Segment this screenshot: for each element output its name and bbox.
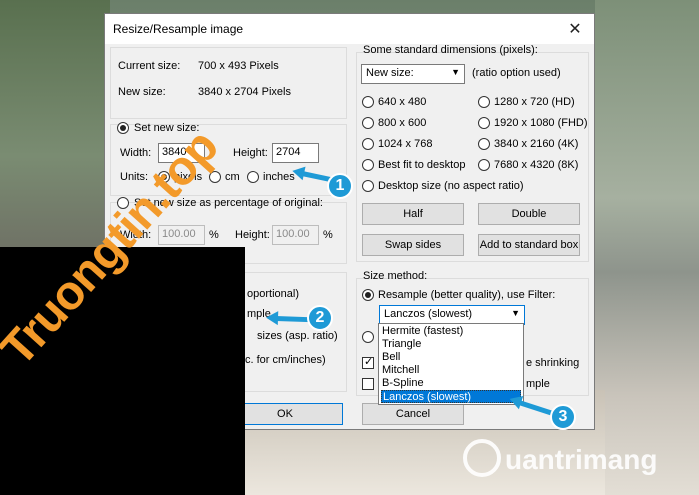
- height-label: Height:: [233, 147, 268, 159]
- units-cm-label: cm: [225, 171, 240, 183]
- std-best-fit-label: Best fit to desktop: [378, 159, 466, 171]
- height-input[interactable]: 2704: [272, 143, 319, 163]
- width-label: Width:: [120, 147, 152, 159]
- std-3840x2160-label: 3840 x 2160 (4K): [494, 138, 579, 150]
- chevron-down-icon: ▼: [511, 308, 520, 318]
- resize-radio[interactable]: [362, 331, 374, 343]
- chevron-down-icon: ▼: [451, 67, 460, 77]
- std-1280x720-label: 1280 x 720 (HD): [494, 96, 575, 108]
- std-1024x768-label: 1024 x 768: [378, 138, 433, 150]
- new-size-label: New size:: [118, 86, 166, 98]
- annotation-badge-1: 1: [327, 173, 353, 199]
- std-640x480-label: 640 x 480: [378, 96, 427, 108]
- desktop-size-radio[interactable]: [362, 180, 374, 192]
- logo-circle-icon: [463, 439, 501, 477]
- annotation-badge-2: 2: [307, 305, 333, 331]
- std-1920x1080-label: 1920 x 1080 (FHD): [494, 117, 588, 129]
- new-size-select-text: New size:: [366, 67, 414, 79]
- close-icon[interactable]: ✕: [562, 16, 588, 42]
- shrinking-option-text: e shrinking: [526, 357, 580, 369]
- proportional-option-text: oportional): [247, 288, 299, 300]
- pct-width-sign: %: [209, 229, 219, 241]
- size-info-pane: [110, 47, 347, 119]
- resample-radio[interactable]: [362, 289, 374, 301]
- filter-option-bell[interactable]: Bell: [381, 351, 521, 364]
- filter-option-hermite[interactable]: Hermite (fastest): [381, 325, 521, 338]
- sample-option-text-2: mple: [526, 378, 550, 390]
- add-to-standard-button[interactable]: Add to standard box: [478, 234, 580, 256]
- std-3840x2160-radio[interactable]: [478, 138, 490, 150]
- filter-option-mitchell[interactable]: Mitchell: [381, 364, 521, 377]
- set-new-size-radio[interactable]: [117, 122, 129, 134]
- current-size-label: Current size:: [118, 60, 181, 72]
- std-7680x4320-radio[interactable]: [478, 159, 490, 171]
- filter-option-lanczos[interactable]: Lanczos (slowest): [381, 390, 521, 403]
- pct-height-sign: %: [323, 229, 333, 241]
- standard-dims-label: Some standard dimensions (pixels):: [363, 44, 538, 56]
- background-foliage: [0, 0, 110, 260]
- pct-height-label: Height:: [235, 229, 270, 241]
- background-right: [595, 0, 699, 495]
- logo-word: uantrimang: [505, 444, 658, 475]
- sizes-option-text: sizes (asp. ratio): [257, 330, 338, 342]
- logo-text: uantrimang: [505, 444, 657, 476]
- cancel-button[interactable]: Cancel: [362, 403, 464, 425]
- ratio-note: (ratio option used): [472, 67, 561, 79]
- annotation-badge-3: 3: [550, 404, 576, 430]
- new-size-value: 3840 x 2704 Pixels: [198, 86, 291, 98]
- size-method-label: Size method:: [363, 270, 428, 282]
- swap-sides-button[interactable]: Swap sides: [362, 234, 464, 256]
- filter-select-text: Lanczos (slowest): [384, 308, 473, 320]
- filter-dropdown-list: Hermite (fastest) Triangle Bell Mitchell…: [378, 323, 524, 405]
- std-1024x768-radio[interactable]: [362, 138, 374, 150]
- pct-height-input[interactable]: 100.00: [272, 225, 319, 245]
- title-bar: Resize/Resample image ✕: [105, 14, 594, 44]
- double-button[interactable]: Double: [478, 203, 580, 225]
- current-size-value: 700 x 493 Pixels: [198, 60, 279, 72]
- filter-select[interactable]: Lanczos (slowest) ▼: [379, 305, 525, 325]
- units-inches-radio[interactable]: [247, 171, 259, 183]
- desktop-size-label: Desktop size (no aspect ratio): [378, 180, 524, 192]
- std-best-fit-radio[interactable]: [362, 159, 374, 171]
- std-800x600-label: 800 x 600: [378, 117, 427, 129]
- sample-checkbox[interactable]: [362, 378, 374, 390]
- cm-option-text: c. for cm/inches): [245, 354, 326, 366]
- watermark-block: [0, 247, 245, 495]
- shrink-checkbox[interactable]: [362, 355, 374, 369]
- filter-option-triangle[interactable]: Triangle: [381, 338, 521, 351]
- half-button[interactable]: Half: [362, 203, 464, 225]
- filter-option-bspline[interactable]: B-Spline: [381, 377, 521, 390]
- std-800x600-radio[interactable]: [362, 117, 374, 129]
- new-size-select[interactable]: New size: ▼: [361, 64, 465, 84]
- pct-width-input[interactable]: 100.00: [158, 225, 205, 245]
- std-7680x4320-label: 7680 x 4320 (8K): [494, 159, 579, 171]
- std-640x480-radio[interactable]: [362, 96, 374, 108]
- resample-label: Resample (better quality), use Filter:: [378, 289, 556, 301]
- std-1920x1080-radio[interactable]: [478, 117, 490, 129]
- dialog-title: Resize/Resample image: [113, 22, 244, 36]
- std-1280x720-radio[interactable]: [478, 96, 490, 108]
